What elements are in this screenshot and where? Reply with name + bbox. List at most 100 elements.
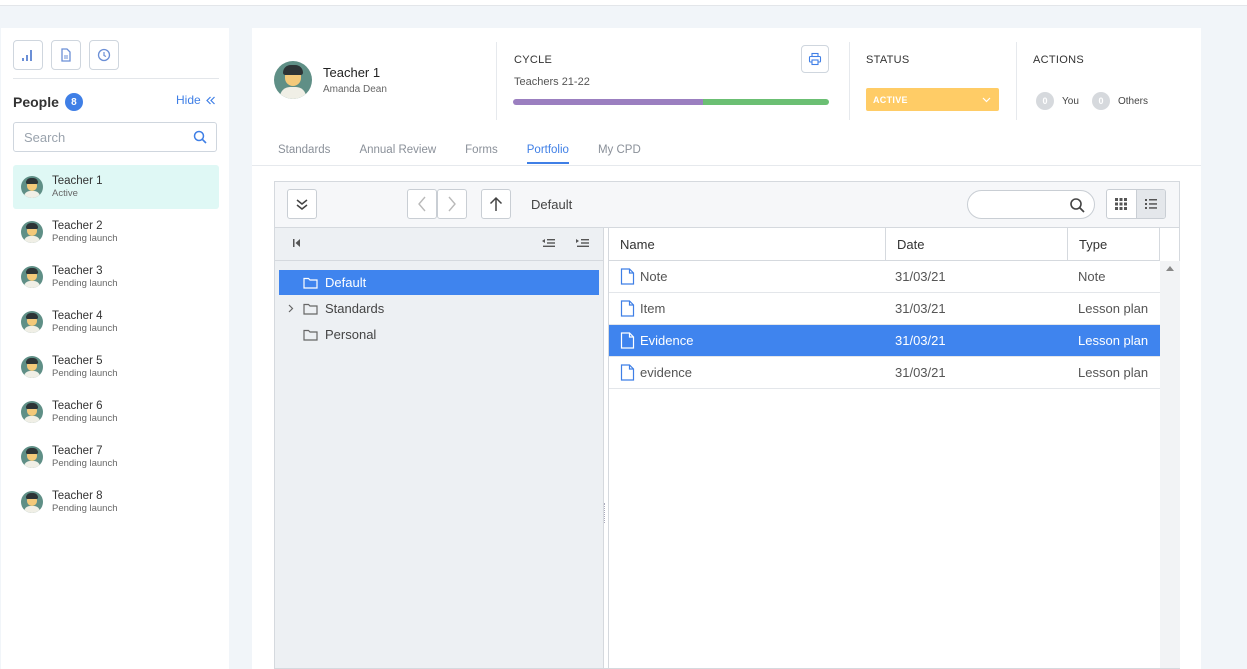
actions-you[interactable]: 0 You [1036,92,1079,110]
file-row[interactable]: evidence 31/03/21 Lesson plan [609,357,1160,389]
person-item-teacher-4[interactable]: Teacher 4 Pending launch [13,300,219,344]
column-name-label: Name [620,237,655,252]
file-row[interactable]: Item 31/03/21 Lesson plan [609,293,1160,325]
scroll-up-arrow-icon[interactable] [1165,265,1175,272]
print-button[interactable] [801,45,829,73]
person-name: Teacher 5 [52,355,103,367]
folder-tree-header [275,228,604,261]
tab-portfolio[interactable]: Portfolio [526,144,569,164]
folder-tree-pane: Default Standards Personal [275,228,604,668]
column-header-type[interactable]: Type [1068,228,1160,261]
person-item-teacher-8[interactable]: Teacher 8 Pending launch [13,480,219,524]
avatar [21,401,43,423]
folder-label: Personal [325,327,377,342]
collapse-toggle-button[interactable] [287,189,317,219]
file-list-header: Name Date Type [609,228,1160,261]
list-view-button[interactable] [1135,190,1165,218]
up-folder-button[interactable] [481,189,511,219]
person-item-teacher-5[interactable]: Teacher 5 Pending launch [13,345,219,389]
person-item-teacher-2[interactable]: Teacher 2 Pending launch [13,210,219,254]
file-type: Lesson plan [1078,365,1149,380]
file-date: 31/03/21 [895,301,946,316]
file-icon [620,268,635,285]
breadcrumb[interactable]: Default [531,197,572,212]
column-type-label: Type [1079,237,1108,252]
tab-my-cpd[interactable]: My CPD [598,144,641,164]
person-status: Pending launch [52,368,118,379]
person-name: Teacher 8 [52,490,103,502]
person-item-teacher-1[interactable]: Teacher 1 Active [13,165,219,209]
file-type: Lesson plan [1078,301,1149,316]
hide-label: Hide [176,93,201,107]
file-row[interactable]: Note 31/03/21 Note [609,261,1160,293]
file-type: Lesson plan [1078,333,1149,348]
vertical-scrollbar[interactable] [1160,261,1180,668]
file-icon [620,300,635,317]
grid-view-button[interactable] [1107,190,1136,218]
file-manager-toolbar: Default [275,182,1179,228]
printer-icon [808,52,822,66]
file-name: Item [640,301,666,316]
person-name: Teacher 6 [52,400,103,412]
person-item-teacher-6[interactable]: Teacher 6 Pending launch [13,390,219,434]
avatar [21,491,43,513]
forward-button[interactable] [437,189,467,219]
expand-all-icon[interactable] [575,238,589,248]
person-status: Pending launch [52,458,118,469]
person-status: Pending launch [52,503,118,514]
person-name: Teacher 4 [52,310,103,322]
cycle-label: CYCLE [514,54,553,66]
file-type: Note [1078,269,1106,284]
person-item-teacher-3[interactable]: Teacher 3 Pending launch [13,255,219,299]
person-name: Teacher 3 [52,265,103,277]
search-icon[interactable] [193,130,207,144]
file-date: 31/03/21 [895,269,946,284]
tab-standards[interactable]: Standards [278,144,330,164]
actions-others[interactable]: 0 Others [1092,92,1148,110]
cycle-progress-bar [513,99,829,105]
you-count-badge: 0 [1036,92,1054,110]
view-toggle [1106,189,1166,219]
avatar [21,221,43,243]
header-divider [496,42,497,120]
tab-annual-review[interactable]: Annual Review [359,144,436,164]
folder-icon [303,277,318,289]
others-label: Others [1118,95,1149,107]
sidebar-divider [13,78,219,79]
collapse-pane-icon[interactable] [292,238,302,248]
column-header-name[interactable]: Name [609,228,886,261]
folder-node-personal[interactable]: Personal [279,322,599,347]
file-list-pane: Name Date Type Note 31/03/21 Note Item 3… [608,228,1180,668]
people-search-input[interactable] [14,123,174,151]
document-icon[interactable] [51,40,81,70]
column-header-date[interactable]: Date [886,228,1068,261]
avatar [21,176,43,198]
chevron-right-icon[interactable] [288,304,294,313]
folder-icon [303,329,318,341]
avatar [21,311,43,333]
folder-node-standards[interactable]: Standards [279,296,599,321]
others-count-badge: 0 [1092,92,1110,110]
status-label: STATUS [866,54,910,66]
file-row-selected[interactable]: Evidence 31/03/21 Lesson plan [609,325,1160,357]
person-name: Teacher 2 [52,220,103,232]
tab-forms[interactable]: Forms [465,144,498,164]
avatar [21,356,43,378]
folder-node-default[interactable]: Default [279,270,599,295]
file-search[interactable] [967,190,1095,219]
clock-icon[interactable] [89,40,119,70]
grid-icon [1115,198,1128,210]
person-item-teacher-7[interactable]: Teacher 7 Pending launch [13,435,219,479]
hide-sidebar-link[interactable]: Hide [176,93,215,107]
back-button[interactable] [407,189,437,219]
double-chevron-down-icon [296,199,308,210]
person-status: Pending launch [52,413,118,424]
status-dropdown[interactable]: ACTIVE [866,88,999,111]
search-icon[interactable] [1069,197,1085,213]
collapse-all-icon[interactable] [541,238,555,248]
bar-chart-icon[interactable] [13,40,43,70]
tab-bar: Standards Annual Review Forms Portfolio … [278,144,670,164]
person-status: Active [52,188,78,199]
file-date: 31/03/21 [895,365,946,380]
header-divider [1016,42,1017,120]
